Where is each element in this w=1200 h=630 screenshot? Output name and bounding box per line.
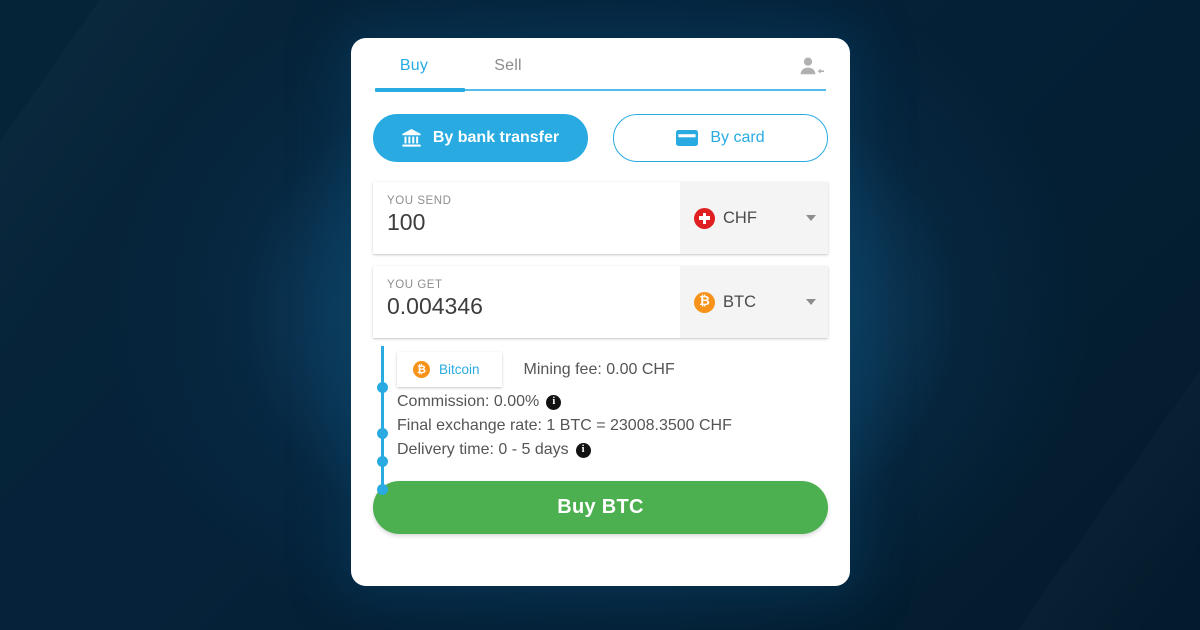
info-icon[interactable]: i [575, 442, 591, 458]
you-send-input-area[interactable]: You send 100 [373, 182, 680, 254]
bitcoin-icon: ₿ [694, 291, 715, 313]
chevron-down-icon [806, 215, 816, 221]
payment-method-bank-transfer-label: By bank transfer [432, 129, 560, 146]
chevron-down-icon [806, 299, 816, 305]
delivery-time-row: Delivery time: 0 - 5 days i [373, 441, 828, 459]
network-chip-label: Bitcoin [439, 362, 480, 377]
commission-text: Commission: 0.00% [397, 393, 540, 410]
timeline-dot [377, 484, 388, 495]
info-icon[interactable]: i [546, 394, 562, 410]
cta-area: Buy BTC [351, 459, 850, 534]
commission-row: Commission: 0.00% i [373, 393, 828, 411]
payment-method-group: By bank transfer By card [351, 94, 850, 162]
tab-sell[interactable]: Sell [477, 43, 539, 89]
you-send-currency-code: CHF [723, 208, 757, 227]
you-get-input[interactable]: 0.004346 [387, 293, 680, 320]
swiss-flag-icon [694, 207, 715, 229]
you-send-currency-select[interactable]: CHF [680, 182, 828, 254]
you-send-row: You send 100 CHF [373, 182, 828, 254]
tab-bar: Buy Sell [351, 38, 850, 94]
payment-method-card[interactable]: By card [613, 114, 828, 162]
mining-fee-text: Mining fee: 0.00 CHF [523, 360, 675, 378]
credit-card-icon [676, 130, 699, 146]
tab-active-indicator [375, 88, 465, 92]
payment-method-card-label: By card [710, 129, 765, 146]
you-get-currency-code: BTC [723, 292, 756, 311]
background-streak [0, 0, 326, 630]
order-details: ₿ Bitcoin Mining fee: 0.00 CHF Commissio… [351, 346, 850, 495]
you-get-currency-select[interactable]: ₿ BTC [680, 266, 828, 338]
you-get-row: You get 0.004346 ₿ BTC [373, 266, 828, 338]
delivery-time-text: Delivery time: 0 - 5 days [397, 441, 569, 458]
tab-buy[interactable]: Buy [383, 43, 445, 89]
exchange-widget-card: Buy Sell By bank transfer By card YOU SE… [351, 38, 850, 586]
network-and-fee-row: ₿ Bitcoin Mining fee: 0.00 CHF [373, 352, 828, 387]
you-get-label: You get [387, 279, 443, 291]
amount-fields: You send 100 CHF You get 0.004346 ₿ BTC [351, 162, 850, 338]
you-get-input-area[interactable]: You get 0.004346 [373, 266, 680, 338]
account-login-button[interactable] [796, 52, 828, 82]
network-chip-bitcoin[interactable]: ₿ Bitcoin [397, 352, 502, 387]
exchange-rate-text: Final exchange rate: 1 BTC = 23008.3500 … [397, 417, 732, 434]
exchange-rate-row: Final exchange rate: 1 BTC = 23008.3500 … [373, 417, 828, 435]
person-login-icon [800, 57, 824, 75]
you-send-input[interactable]: 100 [387, 209, 680, 236]
bank-icon [402, 129, 421, 147]
buy-btc-button[interactable]: Buy BTC [373, 481, 828, 534]
bitcoin-icon: ₿ [413, 361, 430, 378]
you-send-label: You send [387, 195, 452, 207]
payment-method-bank-transfer[interactable]: By bank transfer [373, 114, 588, 162]
